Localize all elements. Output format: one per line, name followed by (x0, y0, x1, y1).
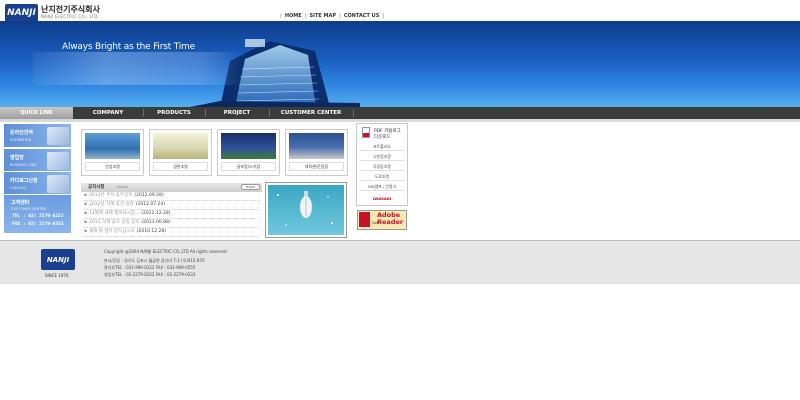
pdf-item-high-ceiling[interactable]: 고천장조명 (360, 152, 404, 161)
notice-date: (2012.09.28) (134, 193, 164, 198)
golf-ski-photo (221, 133, 276, 159)
home-link[interactable]: HOME (285, 13, 302, 19)
estimation-icon (47, 127, 69, 145)
product-industrial[interactable]: 산업조명 (81, 129, 144, 176)
landscape-lighting-photo (153, 133, 208, 159)
lamp-banner[interactable] (265, 182, 347, 238)
bullet-icon: ▪ (84, 202, 88, 207)
quick-link-estimation[interactable]: 온라인견적 ESTIMATION (3, 123, 72, 148)
pdf-item-floodlight[interactable]: 투광등조명 (360, 162, 404, 171)
notice-more-button[interactable]: more (241, 184, 260, 190)
pdf-item-portfolio[interactable]: 포트폴리오 (360, 142, 404, 151)
quick-link-subtitle: CATALOG (10, 186, 27, 190)
quick-link-subtitle: ESTIMATION (10, 138, 32, 142)
footer-hq-contact: 관리부TEL : 031-999-0222 FAX : 031-999-0555 (104, 265, 196, 270)
top-links: | HOME | SITE MAP | CONTACT US | (280, 13, 385, 19)
pdf-item-hid-lamp[interactable]: HID램프 / 안정기 (360, 182, 404, 191)
customer-center-tel: TEL : 02) 2279-0222 (12, 214, 64, 219)
notice-item[interactable]: ▪ 2011 하계 휴가 일정 공지 (2011.06.08) (84, 219, 260, 228)
reader-name: Reader (377, 218, 404, 226)
nav-project[interactable]: PROJECT (205, 107, 269, 119)
footer-address: 본사/공장 : 경기도 김포시 월곶면 갈산리 7-2 (우)415-870 (104, 258, 205, 263)
quick-link-catalog[interactable]: 카다로그신청 CATALOG (3, 171, 72, 196)
notice-text: 2012년 하계 휴가 실정 (89, 202, 134, 207)
product-caption: 골프장/스키장 (236, 164, 261, 169)
notice-header (81, 183, 262, 192)
bullet-icon: ▪ (84, 211, 88, 216)
notice-date: (2011.12.28) (141, 211, 171, 216)
footer-since: SINCE 1976 (45, 273, 69, 278)
notice-item[interactable]: ▪ 11월에 새해 행복하시길... (2011.12.28) (84, 210, 260, 219)
customer-center-fax: FAX : 02) 2279-0333 (12, 222, 64, 227)
notice-subtitle: Notice (117, 185, 129, 189)
notice-text: 2013년 추석 휴무공지 (89, 193, 133, 198)
catalog-icon (47, 175, 69, 193)
quick-link-title: 온라인견적 (10, 130, 34, 136)
business-line-icon (47, 152, 69, 170)
contact-us-link[interactable]: CONTACT US (344, 13, 379, 19)
pdf-item-road[interactable]: 도로조명 (360, 172, 404, 181)
notice-date: (2011.06.08) (141, 220, 171, 225)
notice-text: 2011 하계 휴가 일정 공지 (89, 220, 140, 225)
quick-link-title: 영업망 (10, 155, 24, 161)
nav-underline (0, 119, 800, 122)
footer-logo: NANJI (41, 249, 75, 270)
nav-company[interactable]: COMPANY (73, 107, 143, 119)
nanji-logo[interactable]: NANJI (5, 4, 38, 22)
quick-link-business-line[interactable]: 영업망 BUSINESS LINE (3, 148, 72, 173)
customer-center-title: 고객센터 (11, 200, 30, 206)
bullet-icon: ▪ (84, 220, 88, 225)
quick-link-title: 카다로그신청 (10, 178, 38, 184)
notice-date: (2012.07.24) (135, 202, 166, 207)
notice-item[interactable]: ▪ 2012년 하계 휴가 실정 (2012.07.24) (84, 201, 260, 210)
pdf-catalog-subtitle: 다운로드 (374, 135, 391, 140)
footer-sales-contact: 영업부TEL : 02-2279-0222 FAX : 02-2279-0333 (104, 272, 196, 277)
company-name-en: NANJI ELECTRIC CO., LTD. (41, 14, 100, 19)
industrial-lighting-photo (85, 133, 140, 159)
customer-center-box: 고객센터 CUSTOMER CENTER TEL : 02) 2279-0222… (3, 194, 72, 234)
notice-date: (2010.12.28) (136, 229, 167, 234)
adobe-logo-icon (359, 212, 370, 227)
notice-title: 공지사항 (88, 185, 105, 190)
nav-customer-center[interactable]: CUSTOMER CENTER (269, 107, 353, 119)
quick-link-subtitle: BUSINESS LINE (10, 163, 37, 167)
adobe-reader-text: Adobe Reader (377, 212, 403, 226)
notice-text: 11월에 새해 행복하시길... (89, 211, 140, 216)
notice-item[interactable]: ▪ 2013년 추석 휴무공지 (2012.09.28) (84, 192, 260, 201)
bullet-icon: ▪ (84, 229, 88, 234)
nav-divider (353, 109, 354, 117)
pdf-icon-mark (363, 133, 369, 137)
product-golf-ski[interactable]: 골프장/스키장 (217, 129, 280, 176)
nav-products[interactable]: PRODUCTS (143, 107, 205, 119)
iwasaki-link[interactable]: IWASAKI (360, 195, 404, 203)
bullet-icon: ▪ (84, 193, 88, 198)
notice-item[interactable]: ▪ 새해 복 많이 받으십시오 (2010.12.28) (84, 228, 260, 237)
customer-center-subtitle: CUSTOMER CENTER (11, 207, 46, 211)
product-caption: 산업조명 (105, 164, 120, 169)
gym-stadium-photo (289, 133, 344, 159)
hero-slogan: Always Bright as the First Time (62, 42, 195, 52)
hero-banner: Always Bright as the First Time (0, 21, 800, 107)
product-caption: 체육관/운동장 (304, 164, 329, 169)
slogan-band (33, 52, 243, 85)
product-landscape[interactable]: 경관조명 (149, 129, 212, 176)
site-map-link[interactable]: SITE MAP (309, 13, 336, 19)
product-gym-stadium[interactable]: 체육관/운동장 (285, 129, 348, 176)
notice-text: 새해 복 많이 받으십시오 (89, 229, 135, 234)
lamp-image (268, 185, 344, 235)
quick-link-label: QUICK LINK (0, 107, 73, 119)
footer-copyright: Copyright @2004 NANJI ELECTRIC CO.,LTD A… (104, 249, 228, 254)
product-caption: 경관조명 (173, 164, 188, 169)
